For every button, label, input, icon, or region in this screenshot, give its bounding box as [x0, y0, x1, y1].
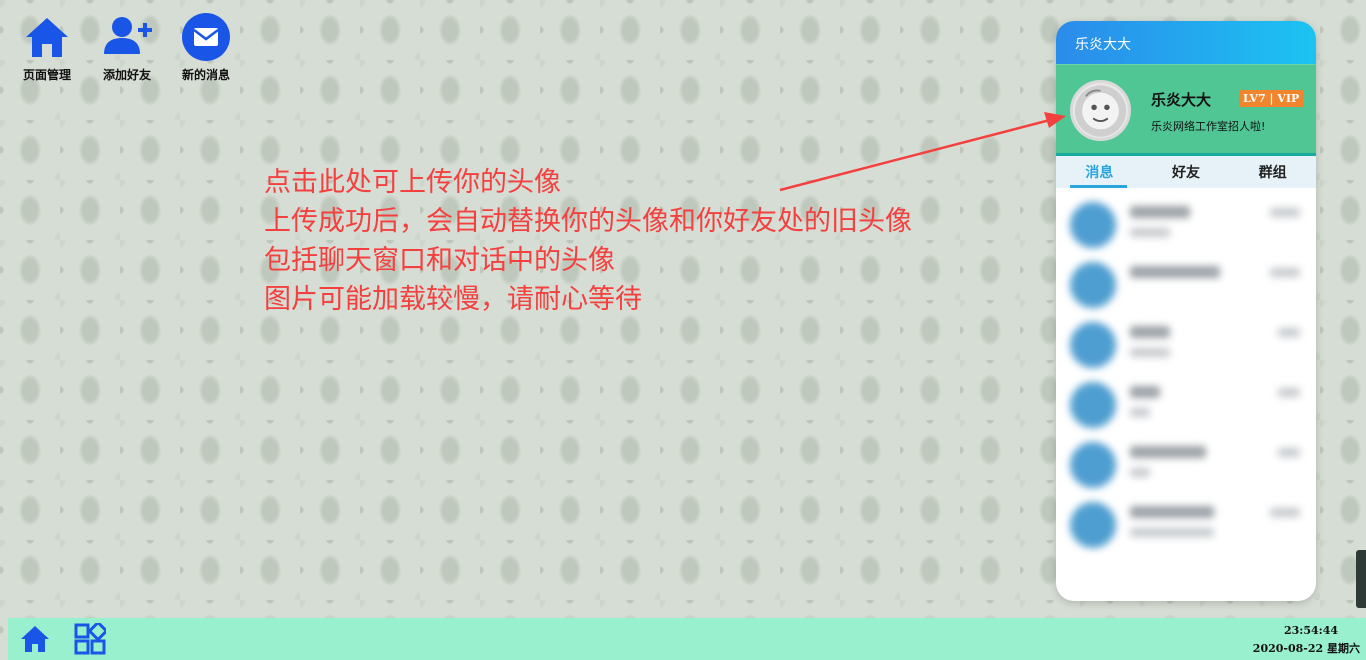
annotation-line: 包括聊天窗口和对话中的头像 — [264, 245, 615, 276]
apps-grid-icon[interactable] — [74, 623, 106, 655]
profile-username: 乐炎大大 — [1151, 91, 1212, 109]
profile-motto: 乐炎网络工作室招人啦! — [1151, 120, 1266, 133]
taskbar: 23:54:44 2020-08-22 星期六 — [8, 618, 1366, 660]
list-item[interactable] — [1056, 196, 1316, 256]
desktop-icon-label: 页面管理 — [22, 68, 71, 82]
conversation-list — [1056, 188, 1316, 556]
annotation-line: 点击此处可上传你的头像 — [264, 167, 561, 198]
list-item[interactable] — [1056, 316, 1316, 376]
avatar[interactable] — [1070, 80, 1131, 141]
desktop-icon-add-friend[interactable]: 添加好友 — [92, 12, 162, 83]
home-icon[interactable] — [19, 623, 51, 655]
level-badge: LV7 | VIP — [1239, 90, 1304, 107]
list-item[interactable] — [1056, 376, 1316, 436]
annotation-line: 上传成功后，会自动替换你的头像和你好友处的旧头像 — [264, 206, 912, 237]
home-icon — [26, 18, 68, 57]
annotation-line: 图片可能加载较慢，请耐心等待 — [264, 284, 642, 315]
list-item[interactable] — [1056, 436, 1316, 496]
desktop-icon-new-messages[interactable]: 新的消息 — [171, 12, 241, 83]
profile-section: 乐炎大大 LV7 | VIP 乐炎网络工作室招人啦! — [1056, 64, 1316, 156]
chat-panel-title: 乐炎大大 — [1056, 21, 1316, 64]
list-item[interactable] — [1056, 256, 1316, 316]
desktop-icon-label: 新的消息 — [181, 68, 230, 82]
add-user-icon — [104, 17, 152, 54]
desktop-icon-page-management[interactable]: 页面管理 — [12, 12, 82, 83]
clock-date: 2020-08-22 星期六 — [1252, 642, 1360, 655]
tab-messages[interactable]: 消息 — [1056, 156, 1143, 188]
desktop-icon-label: 添加好友 — [102, 68, 151, 82]
list-item[interactable] — [1056, 496, 1316, 556]
tab-groups[interactable]: 群组 — [1229, 156, 1316, 188]
side-drawer-handle[interactable] — [1356, 550, 1366, 608]
clock-time: 23:54:44 — [1283, 624, 1338, 637]
avatar-face-icon — [1074, 84, 1127, 137]
chat-tabs: 消息 好友 群组 — [1056, 156, 1316, 188]
chat-panel: 乐炎大大 乐炎大大 LV7 | VIP 乐炎网络工作室招人啦! 消息 好友 群组 — [1056, 21, 1316, 601]
annotation-text: 点击此处可上传你的头像 上传成功后，会自动替换你的头像和你好友处的旧头像 包括聊… — [264, 163, 912, 319]
taskbar-clock: 23:54:44 2020-08-22 星期六 — [1226, 622, 1366, 658]
envelope-icon — [182, 13, 230, 61]
tab-friends[interactable]: 好友 — [1143, 156, 1230, 188]
